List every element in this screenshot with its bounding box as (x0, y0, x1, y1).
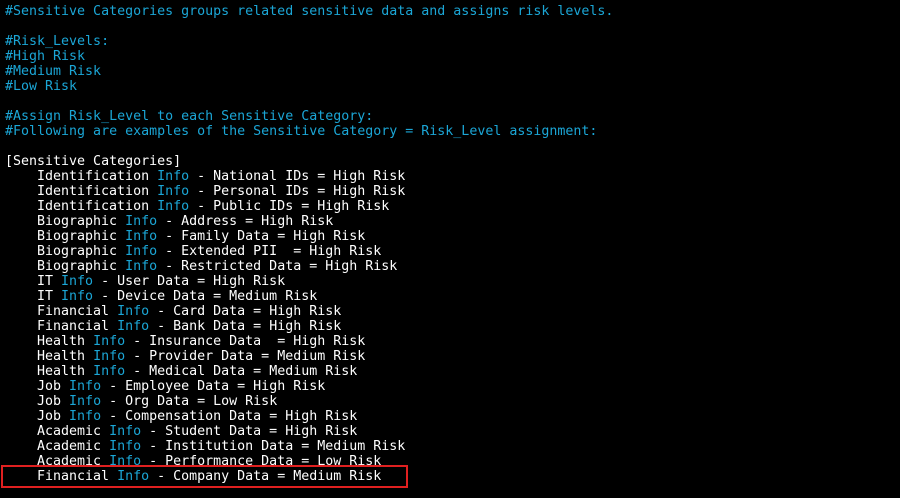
assignment-text: - National IDs = High Risk (189, 169, 406, 184)
assignment-text: - Card Data = High Risk (149, 304, 342, 319)
category-name: Academic (37, 439, 102, 454)
highlight-box (1, 465, 408, 488)
config-entry-line: Job Info - Compensation Data = High Risk (5, 409, 900, 424)
category-name: IT (37, 274, 54, 289)
config-entry-line: Biographic Info - Restricted Data = High… (5, 259, 900, 274)
config-entry-line: Financial Info - Bank Data = High Risk (5, 319, 900, 334)
config-entry-line: Job Info - Org Data = Low Risk (5, 394, 900, 409)
assignment-text: - Restricted Data = High Risk (157, 259, 398, 274)
assignment-text: - Device Data = Medium Risk (93, 289, 318, 304)
category-name: Financial (37, 304, 110, 319)
info-keyword: Info (69, 379, 102, 394)
info-keyword: Info (125, 259, 158, 274)
category-name: Identification (37, 184, 150, 199)
assignment-text: - Student Data = High Risk (141, 424, 358, 439)
assignment-text: - Employee Data = High Risk (101, 379, 326, 394)
info-keyword: Info (93, 334, 126, 349)
category-name: Job (37, 394, 62, 409)
config-entry-line: Academic Info - Student Data = High Risk (5, 424, 900, 439)
section-header: [Sensitive Categories] (5, 154, 182, 169)
category-name: Health (37, 334, 86, 349)
info-keyword: Info (157, 169, 190, 184)
info-keyword: Info (125, 244, 158, 259)
category-name: Biographic (37, 229, 118, 244)
info-keyword: Info (69, 409, 102, 424)
info-keyword: Info (109, 424, 142, 439)
info-keyword: Info (157, 199, 190, 214)
info-keyword: Info (61, 289, 94, 304)
category-name: Financial (37, 319, 110, 334)
category-name: Identification (37, 169, 150, 184)
category-name: Job (37, 409, 62, 424)
assignment-text: - Medical Data = Medium Risk (125, 364, 358, 379)
category-name: Biographic (37, 214, 118, 229)
config-entry-line: Identification Info - Personal IDs = Hig… (5, 184, 900, 199)
info-keyword: Info (117, 319, 150, 334)
comment-line: #High Risk (5, 49, 86, 64)
assignment-text: - Org Data = Low Risk (101, 394, 278, 409)
assignment-text: - User Data = High Risk (93, 274, 286, 289)
config-entry-line: Biographic Info - Extended PII = High Ri… (5, 244, 900, 259)
assignment-text: - Family Data = High Risk (157, 229, 366, 244)
category-name: Biographic (37, 244, 118, 259)
info-keyword: Info (93, 349, 126, 364)
terminal-window[interactable]: #Sensitive Categories groups related sen… (0, 0, 900, 498)
config-entry-line: IT Info - Device Data = Medium Risk (5, 289, 900, 304)
category-name: Health (37, 349, 86, 364)
category-name: IT (37, 289, 54, 304)
assignment-text: - Public IDs = High Risk (189, 199, 390, 214)
category-name: Biographic (37, 259, 118, 274)
config-entry-line: Biographic Info - Family Data = High Ris… (5, 229, 900, 244)
config-entry-line: Identification Info - National IDs = Hig… (5, 169, 900, 184)
config-entry-line: Financial Info - Card Data = High Risk (5, 304, 900, 319)
assignment-text: - Personal IDs = High Risk (189, 184, 406, 199)
info-keyword: Info (117, 304, 150, 319)
config-entry-line: Identification Info - Public IDs = High … (5, 199, 900, 214)
info-keyword: Info (109, 439, 142, 454)
comment-line: #Low Risk (5, 79, 78, 94)
config-entry-line: Health Info - Medical Data = Medium Risk (5, 364, 900, 379)
assignment-text: - Address = High Risk (157, 214, 334, 229)
info-keyword: Info (93, 364, 126, 379)
assignment-text: - Compensation Data = High Risk (101, 409, 358, 424)
info-keyword: Info (157, 184, 190, 199)
comment-line: #Medium Risk (5, 64, 102, 79)
category-name: Academic (37, 424, 102, 439)
comment-line: #Sensitive Categories groups related sen… (5, 4, 614, 19)
comment-line: #Risk_Levels: (5, 34, 110, 49)
config-entry-line: IT Info - User Data = High Risk (5, 274, 900, 289)
category-name: Health (37, 364, 86, 379)
category-name: Job (37, 379, 62, 394)
info-keyword: Info (61, 274, 94, 289)
assignment-text: - Bank Data = High Risk (149, 319, 342, 334)
comment-line: #Following are examples of the Sensitive… (5, 124, 598, 139)
config-entry-line: Job Info - Employee Data = High Risk (5, 379, 900, 394)
config-entry-line: Biographic Info - Address = High Risk (5, 214, 900, 229)
category-name: Identification (37, 199, 150, 214)
assignment-text: - Institution Data = Medium Risk (141, 439, 406, 454)
config-entry-line: Health Info - Insurance Data = High Risk (5, 334, 900, 349)
entries-list: Identification Info - National IDs = Hig… (5, 169, 900, 484)
info-keyword: Info (125, 229, 158, 244)
assignment-text: - Provider Data = Medium Risk (125, 349, 366, 364)
config-entry-line: Health Info - Provider Data = Medium Ris… (5, 349, 900, 364)
assignment-text: - Extended PII = High Risk (157, 244, 382, 259)
assignment-text: - Insurance Data = High Risk (125, 334, 366, 349)
info-keyword: Info (125, 214, 158, 229)
config-entry-line: Academic Info - Institution Data = Mediu… (5, 439, 900, 454)
comment-line: #Assign Risk_Level to each Sensitive Cat… (5, 109, 374, 124)
info-keyword: Info (69, 394, 102, 409)
